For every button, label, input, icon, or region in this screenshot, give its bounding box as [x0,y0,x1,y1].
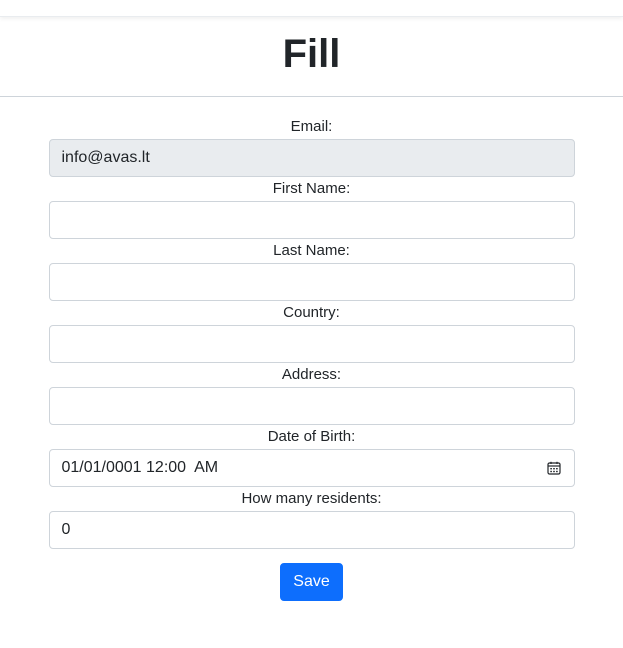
calendar-icon[interactable] [546,460,562,476]
country-label: Country: [283,304,340,321]
last-name-field[interactable] [48,263,575,301]
title-bar: Fill [0,17,623,97]
date-of-birth-label: Date of Birth: [267,428,356,445]
date-of-birth-field[interactable]: 01/01/0001 12:00 AM [48,449,575,487]
residents-field-group: How many residents: 0 [48,489,575,549]
top-strip [0,0,623,17]
residents-label: How many residents: [241,490,382,507]
last-name-label: Last Name: [273,242,350,259]
address-field-group: Address: [48,365,575,425]
save-button[interactable]: Save [280,563,343,601]
date-of-birth-value: 01/01/0001 12:00 AM [61,459,219,476]
residents-field[interactable]: 0 [48,511,575,549]
email-field[interactable]: info@avas.lt [48,139,575,177]
form-actions: Save [49,563,575,601]
residents-value: 0 [61,521,71,538]
email-field-group: Email: info@avas.lt [48,117,575,177]
email-value: info@avas.lt [61,149,150,166]
address-field[interactable] [48,387,575,425]
first-name-field[interactable] [48,201,575,239]
country-field[interactable] [48,325,575,363]
address-label: Address: [281,366,342,383]
country-field-group: Country: [48,303,575,363]
email-label: Email: [290,118,333,135]
first-name-field-group: First Name: [48,179,575,239]
last-name-field-group: Last Name: [48,241,575,301]
date-of-birth-field-group: Date of Birth: 01/01/0001 12:00 AM [48,427,575,487]
fill-form: Email: info@avas.lt First Name: Last Nam… [48,97,575,601]
page-title: Fill [282,32,341,76]
first-name-label: First Name: [272,180,351,197]
calendar-icon-svg [546,461,561,475]
